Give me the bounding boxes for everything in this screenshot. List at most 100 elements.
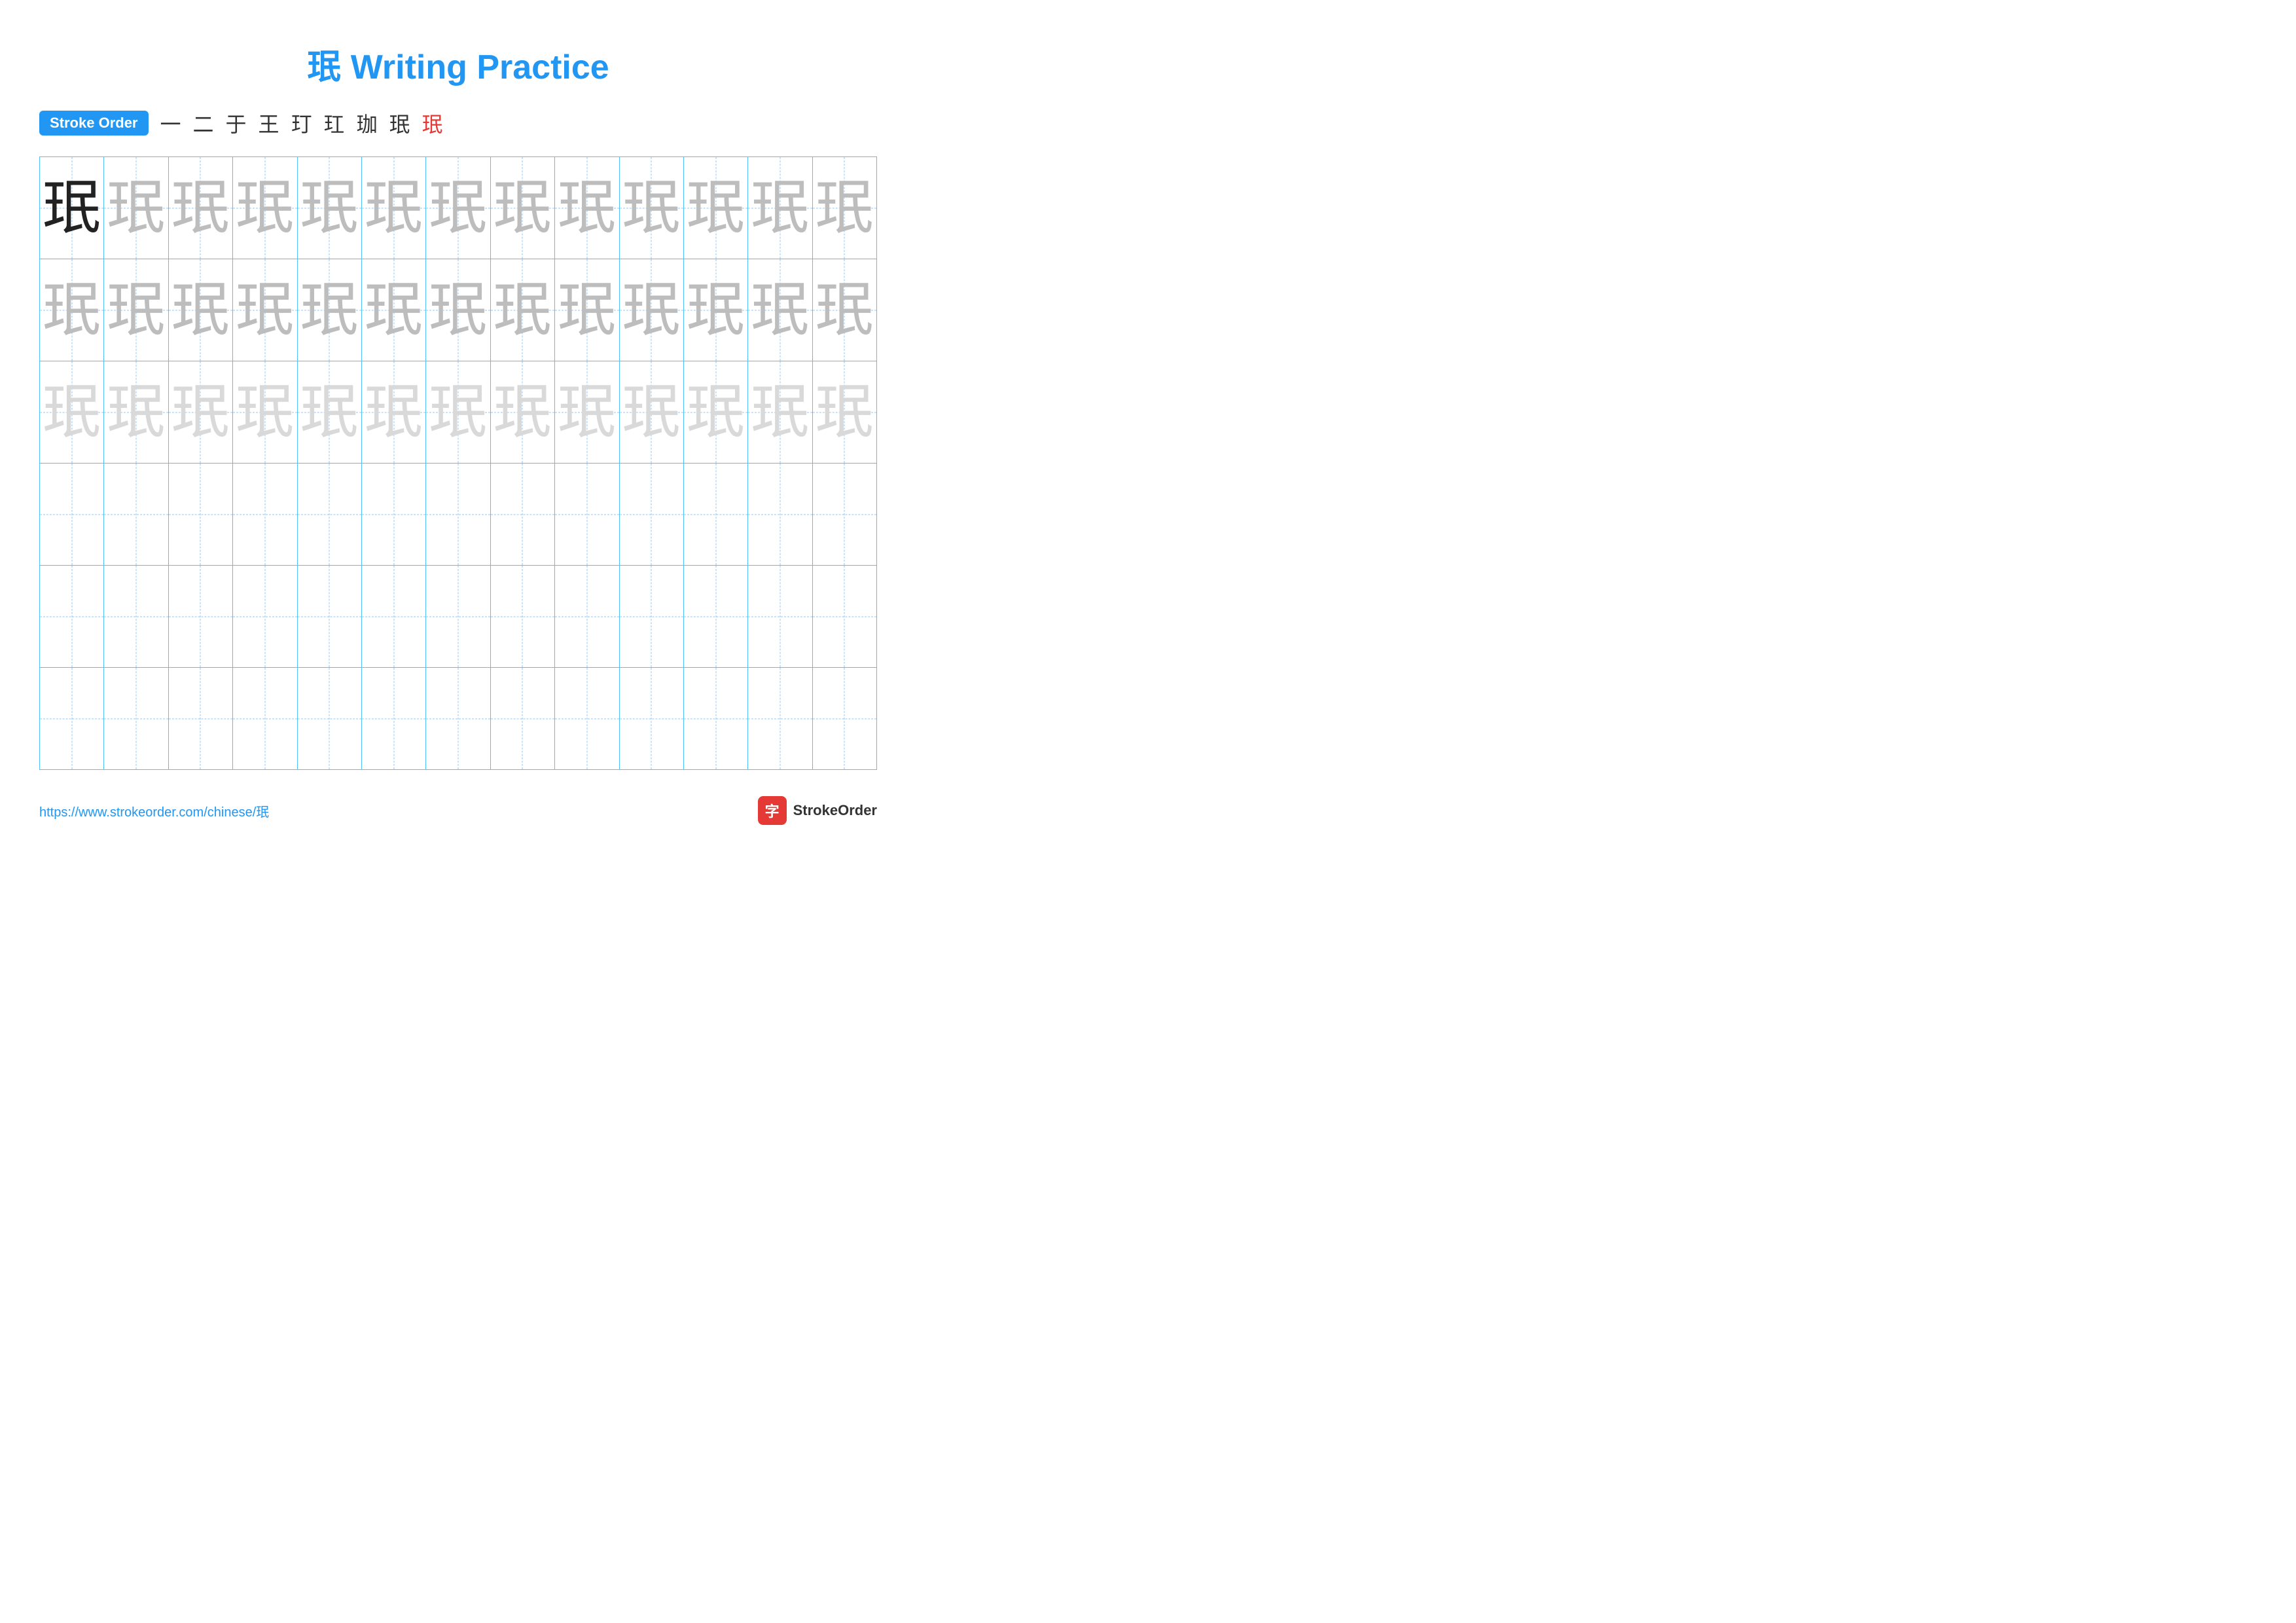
cell-4-1[interactable] — [40, 464, 104, 565]
cell-6-7[interactable] — [426, 668, 490, 769]
cell-4-9[interactable] — [555, 464, 619, 565]
char-light: 珉 — [558, 383, 617, 442]
cell-3-6[interactable]: 珉 — [362, 361, 426, 463]
cell-6-9[interactable] — [555, 668, 619, 769]
stroke-7: 珈 — [357, 108, 378, 138]
cell-5-5[interactable] — [298, 566, 362, 667]
cell-1-8[interactable]: 珉 — [491, 157, 555, 259]
cell-2-3[interactable]: 珉 — [169, 259, 233, 361]
cell-3-11[interactable]: 珉 — [684, 361, 748, 463]
cell-1-7[interactable]: 珉 — [426, 157, 490, 259]
cell-1-5[interactable]: 珉 — [298, 157, 362, 259]
cell-4-10[interactable] — [620, 464, 684, 565]
cell-5-10[interactable] — [620, 566, 684, 667]
cell-1-1[interactable]: 珉 — [40, 157, 104, 259]
cell-4-6[interactable] — [362, 464, 426, 565]
cell-4-7[interactable] — [426, 464, 490, 565]
cell-6-1[interactable] — [40, 668, 104, 769]
stroke-1: 一 — [160, 108, 181, 138]
cell-6-10[interactable] — [620, 668, 684, 769]
grid-row-3: 珉 珉 珉 珉 珉 珉 珉 珉 珉 珉 珉 珉 — [40, 361, 876, 464]
char-medium: 珉 — [558, 281, 617, 340]
char-medium: 珉 — [493, 281, 552, 340]
cell-1-9[interactable]: 珉 — [555, 157, 619, 259]
char-medium: 珉 — [107, 179, 166, 238]
cell-4-4[interactable] — [233, 464, 297, 565]
char-medium: 珉 — [622, 179, 681, 238]
practice-grid: 珉 珉 珉 珉 珉 珉 珉 珉 珉 珉 珉 珉 — [39, 156, 877, 770]
cell-2-5[interactable]: 珉 — [298, 259, 362, 361]
cell-2-10[interactable]: 珉 — [620, 259, 684, 361]
cell-3-7[interactable]: 珉 — [426, 361, 490, 463]
cell-3-13[interactable]: 珉 — [813, 361, 876, 463]
cell-6-12[interactable] — [748, 668, 812, 769]
stroke-order-badge: Stroke Order — [39, 111, 149, 136]
char-medium: 珉 — [171, 281, 230, 340]
char-medium: 珉 — [558, 179, 617, 238]
cell-3-2[interactable]: 珉 — [104, 361, 168, 463]
cell-6-13[interactable] — [813, 668, 876, 769]
cell-3-10[interactable]: 珉 — [620, 361, 684, 463]
cell-6-3[interactable] — [169, 668, 233, 769]
char-light: 珉 — [751, 383, 810, 442]
cell-2-12[interactable]: 珉 — [748, 259, 812, 361]
cell-2-6[interactable]: 珉 — [362, 259, 426, 361]
cell-1-11[interactable]: 珉 — [684, 157, 748, 259]
cell-5-2[interactable] — [104, 566, 168, 667]
cell-4-5[interactable] — [298, 464, 362, 565]
char-light: 珉 — [493, 383, 552, 442]
cell-1-13[interactable]: 珉 — [813, 157, 876, 259]
cell-6-5[interactable] — [298, 668, 362, 769]
cell-1-6[interactable]: 珉 — [362, 157, 426, 259]
cell-5-7[interactable] — [426, 566, 490, 667]
cell-5-4[interactable] — [233, 566, 297, 667]
cell-1-4[interactable]: 珉 — [233, 157, 297, 259]
cell-3-8[interactable]: 珉 — [491, 361, 555, 463]
cell-5-12[interactable] — [748, 566, 812, 667]
cell-2-7[interactable]: 珉 — [426, 259, 490, 361]
cell-2-8[interactable]: 珉 — [491, 259, 555, 361]
cell-2-2[interactable]: 珉 — [104, 259, 168, 361]
cell-1-12[interactable]: 珉 — [748, 157, 812, 259]
cell-4-8[interactable] — [491, 464, 555, 565]
cell-1-2[interactable]: 珉 — [104, 157, 168, 259]
cell-1-3[interactable]: 珉 — [169, 157, 233, 259]
cell-4-11[interactable] — [684, 464, 748, 565]
cell-4-13[interactable] — [813, 464, 876, 565]
char-medium: 珉 — [815, 281, 874, 340]
cell-5-1[interactable] — [40, 566, 104, 667]
cell-4-2[interactable] — [104, 464, 168, 565]
cell-3-12[interactable]: 珉 — [748, 361, 812, 463]
cell-5-6[interactable] — [362, 566, 426, 667]
char-medium: 珉 — [171, 179, 230, 238]
cell-5-13[interactable] — [813, 566, 876, 667]
cell-2-9[interactable]: 珉 — [555, 259, 619, 361]
page-title: 珉 Writing Practice — [39, 39, 877, 88]
cell-6-2[interactable] — [104, 668, 168, 769]
cell-3-9[interactable]: 珉 — [555, 361, 619, 463]
cell-3-1[interactable]: 珉 — [40, 361, 104, 463]
cell-6-11[interactable] — [684, 668, 748, 769]
cell-3-5[interactable]: 珉 — [298, 361, 362, 463]
cell-4-12[interactable] — [748, 464, 812, 565]
cell-3-3[interactable]: 珉 — [169, 361, 233, 463]
char-medium: 珉 — [622, 281, 681, 340]
footer: https://www.strokeorder.com/chinese/珉 字 … — [39, 796, 877, 825]
char-medium: 珉 — [429, 281, 488, 340]
footer-url[interactable]: https://www.strokeorder.com/chinese/珉 — [39, 801, 269, 820]
cell-3-4[interactable]: 珉 — [233, 361, 297, 463]
cell-2-11[interactable]: 珉 — [684, 259, 748, 361]
cell-6-6[interactable] — [362, 668, 426, 769]
cell-6-8[interactable] — [491, 668, 555, 769]
cell-5-8[interactable] — [491, 566, 555, 667]
cell-2-1[interactable]: 珉 — [40, 259, 104, 361]
cell-1-10[interactable]: 珉 — [620, 157, 684, 259]
cell-2-4[interactable]: 珉 — [233, 259, 297, 361]
char-dark: 珉 — [43, 179, 101, 238]
cell-2-13[interactable]: 珉 — [813, 259, 876, 361]
cell-5-9[interactable] — [555, 566, 619, 667]
cell-6-4[interactable] — [233, 668, 297, 769]
cell-5-3[interactable] — [169, 566, 233, 667]
cell-4-3[interactable] — [169, 464, 233, 565]
cell-5-11[interactable] — [684, 566, 748, 667]
